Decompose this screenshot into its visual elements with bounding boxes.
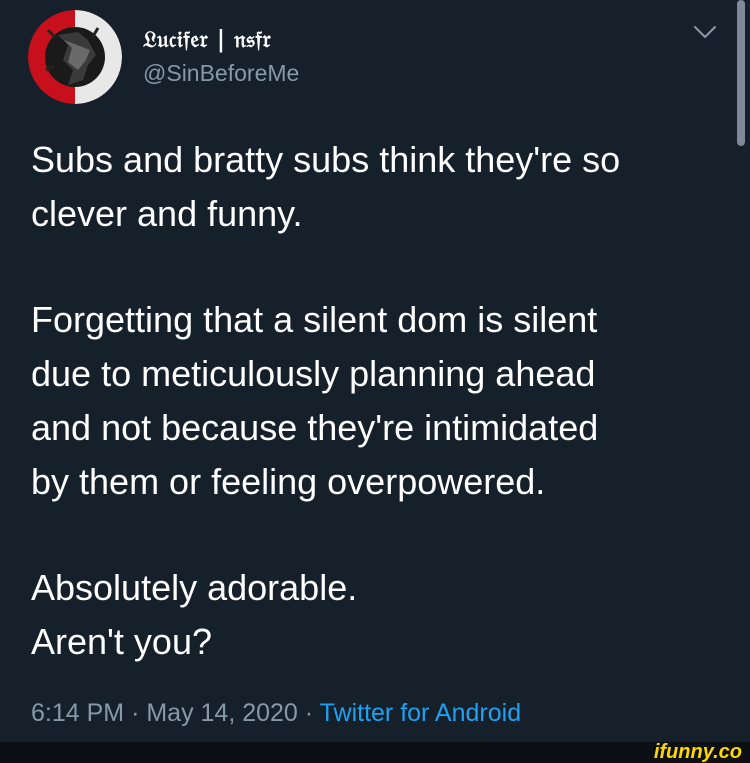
ifunny-watermark: ifunny.co [653, 741, 742, 763]
tweet-date[interactable]: May 14, 2020 [146, 699, 298, 727]
tweet-paragraph: Subs and bratty subs think they're so cl… [31, 133, 620, 241]
meta-separator: · [304, 699, 314, 727]
tweet-meta: 6:14 PM · May 14, 2020 · Twitter for And… [31, 699, 521, 728]
chevron-down-icon[interactable] [693, 24, 717, 40]
avatar[interactable] [28, 10, 122, 104]
tweet-line: Absolutely adorable. [31, 567, 358, 608]
tweet-paragraph: Forgetting that a silent dom is silent d… [31, 293, 598, 509]
display-name[interactable]: 𝔏𝔲𝔠𝔦𝔣𝔢𝔯 | 𝔫𝔰𝔣𝔯 [143, 26, 271, 53]
watermark-bar: ifunny.co [0, 742, 750, 763]
tweet-line: Forgetting that a silent dom is silent [31, 299, 598, 340]
user-handle[interactable]: @SinBeforeMe [143, 60, 299, 87]
tweet-line: clever and funny. [31, 193, 303, 234]
tweet-paragraph: Absolutely adorable. Aren't you? [31, 561, 357, 669]
tweet-line: by them or feeling overpowered. [31, 461, 546, 502]
tweet-source-link[interactable]: Twitter for Android [320, 699, 521, 727]
tweet-card: 𝔏𝔲𝔠𝔦𝔣𝔢𝔯 | 𝔫𝔰𝔣𝔯 @SinBeforeMe Subs and bra… [0, 0, 750, 742]
tweet-line: and not because they're intimidated [31, 407, 599, 448]
tweet-line: Aren't you? [31, 621, 212, 662]
scrollbar[interactable] [737, 0, 745, 146]
tweet-line: Subs and bratty subs think they're so [31, 139, 621, 180]
avatar-image [28, 10, 122, 104]
tweet-time[interactable]: 6:14 PM [31, 699, 124, 727]
tweet-line: due to meticulously planning ahead [31, 353, 596, 394]
meta-separator: · [131, 699, 140, 727]
